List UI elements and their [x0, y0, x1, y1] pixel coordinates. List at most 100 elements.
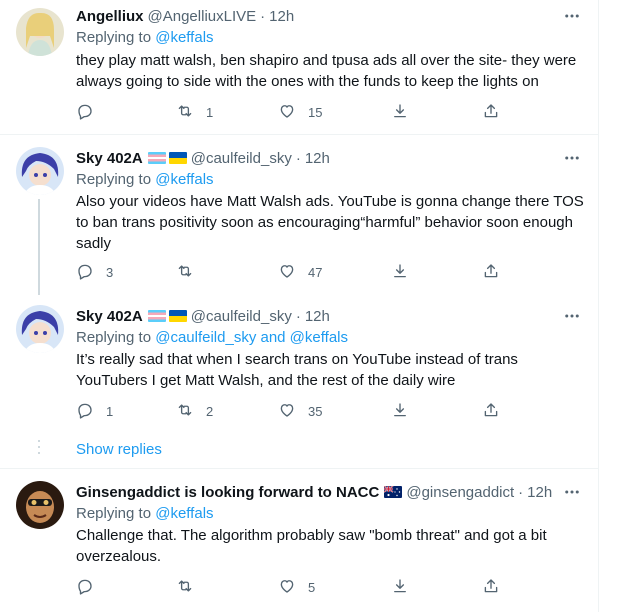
name-flags: [147, 152, 187, 164]
user-handle[interactable]: @ginsengaddict: [406, 484, 514, 501]
more-icon[interactable]: [562, 6, 582, 26]
reply-icon: [76, 262, 94, 283]
thread-dots: [38, 440, 40, 458]
user-handle[interactable]: @caulfeild_sky: [191, 308, 292, 325]
reply-button[interactable]: 3: [76, 260, 113, 284]
like-count: 35: [308, 403, 323, 419]
like-icon: [278, 102, 296, 123]
tweet[interactable]: Sky 402A @caulfeild_sky · 12h Replying t…: [0, 135, 598, 295]
tweet-header: Angelliux @AngelliuxLIVE · 12h: [76, 6, 294, 26]
display-name[interactable]: Ginsengaddict is looking forward to NACC: [76, 484, 379, 501]
replying-to: Replying to @keffals: [76, 505, 214, 522]
upload-button[interactable]: [482, 575, 500, 599]
share-icon: [391, 262, 409, 283]
tweet-header: Sky 402A @caulfeild_sky · 12h: [76, 148, 330, 168]
replying-to: Replying to @caulfeild_sky and @keffals: [76, 329, 348, 346]
tweet-header: Sky 402A @caulfeild_sky · 12h: [76, 306, 330, 326]
tweet-actions: 1 15: [64, 100, 504, 124]
ukraine-flag-icon: [168, 310, 187, 322]
like-button[interactable]: 5: [278, 575, 315, 599]
separator-dot: ·: [260, 7, 266, 25]
trans-flag-icon: [147, 310, 166, 322]
separator-dot: ·: [518, 483, 524, 501]
upload-icon: [482, 577, 500, 598]
tweet-header: Ginsengaddict is looking forward to NACC…: [76, 482, 552, 502]
tweet[interactable]: Angelliux @AngelliuxLIVE · 12h Replying …: [0, 0, 598, 134]
replying-label: Replying to: [76, 505, 152, 522]
replying-handle[interactable]: @caulfeild_sky and @keffals: [155, 329, 348, 346]
like-icon: [278, 262, 296, 283]
share-icon: [391, 401, 409, 422]
user-handle[interactable]: @AngelliuxLIVE: [148, 8, 257, 25]
retweet-count: 1: [206, 104, 214, 120]
avatar[interactable]: [16, 481, 64, 529]
more-icon[interactable]: [562, 306, 582, 326]
tweet[interactable]: Sky 402A @caulfeild_sky · 12h Replying t…: [0, 293, 598, 463]
retweet-icon: [176, 262, 194, 283]
more-icon[interactable]: [562, 482, 582, 502]
upload-icon: [482, 262, 500, 283]
avatar[interactable]: [16, 305, 64, 353]
replying-handle[interactable]: @keffals: [155, 505, 213, 522]
like-count: 47: [308, 264, 323, 280]
tweet-text: Also your videos have Matt Walsh ads. Yo…: [76, 193, 584, 252]
replying-label: Replying to: [76, 29, 152, 46]
display-name[interactable]: Angelliux: [76, 8, 144, 25]
timestamp[interactable]: 12h: [305, 308, 330, 325]
share-icon: [391, 577, 409, 598]
display-name[interactable]: Sky 402A: [76, 308, 143, 325]
share-button[interactable]: [391, 260, 409, 284]
replying-to: Replying to @keffals: [76, 29, 214, 46]
separator-dot: ·: [295, 149, 301, 167]
timestamp[interactable]: 12h: [527, 484, 552, 501]
retweet-button[interactable]: 2: [176, 399, 213, 423]
avatar[interactable]: [16, 147, 64, 195]
share-button[interactable]: [391, 100, 409, 124]
australia-flag-icon: [384, 486, 403, 498]
timestamp[interactable]: 12h: [305, 150, 330, 167]
tweet[interactable]: Ginsengaddict is looking forward to NACC…: [0, 469, 598, 612]
tweet-actions: 5: [64, 575, 504, 599]
like-button[interactable]: 35: [278, 399, 322, 423]
retweet-button[interactable]: [176, 260, 206, 284]
reply-button[interactable]: 1: [76, 399, 113, 423]
tweet-text: they play matt walsh, ben shapiro and tp…: [76, 52, 577, 90]
retweet-count: 2: [206, 403, 214, 419]
share-icon: [391, 102, 409, 123]
reply-button[interactable]: [76, 575, 106, 599]
share-button[interactable]: [391, 399, 409, 423]
upload-button[interactable]: [482, 100, 500, 124]
replying-to: Replying to @keffals: [76, 171, 214, 188]
reply-icon: [76, 577, 94, 598]
name-flags: [384, 486, 403, 498]
like-icon: [278, 401, 296, 422]
replying-handle[interactable]: @keffals: [155, 29, 213, 46]
share-button[interactable]: [391, 575, 409, 599]
reply-icon: [76, 401, 94, 422]
show-replies-link[interactable]: Show replies: [76, 441, 162, 458]
like-button[interactable]: 15: [278, 100, 322, 124]
tweet-actions: 1 2 35: [64, 399, 504, 423]
retweet-icon: [176, 577, 194, 598]
like-icon: [278, 577, 296, 598]
name-flags: [147, 310, 187, 322]
timestamp[interactable]: 12h: [269, 8, 294, 25]
replying-label: Replying to: [76, 329, 152, 346]
reply-count: 1: [106, 403, 114, 419]
retweet-button[interactable]: 1: [176, 100, 213, 124]
replying-handle[interactable]: @keffals: [155, 171, 213, 188]
upload-button[interactable]: [482, 260, 500, 284]
like-button[interactable]: 47: [278, 260, 322, 284]
more-icon[interactable]: [562, 148, 582, 168]
retweet-icon: [176, 102, 194, 123]
retweet-icon: [176, 401, 194, 422]
upload-button[interactable]: [482, 399, 500, 423]
user-handle[interactable]: @caulfeild_sky: [191, 150, 292, 167]
avatar[interactable]: [16, 8, 64, 56]
ukraine-flag-icon: [168, 152, 187, 164]
display-name[interactable]: Sky 402A: [76, 150, 143, 167]
reply-button[interactable]: [76, 100, 106, 124]
tweet-actions: 3 47: [64, 260, 504, 284]
retweet-button[interactable]: [176, 575, 206, 599]
separator-dot: ·: [295, 307, 301, 325]
